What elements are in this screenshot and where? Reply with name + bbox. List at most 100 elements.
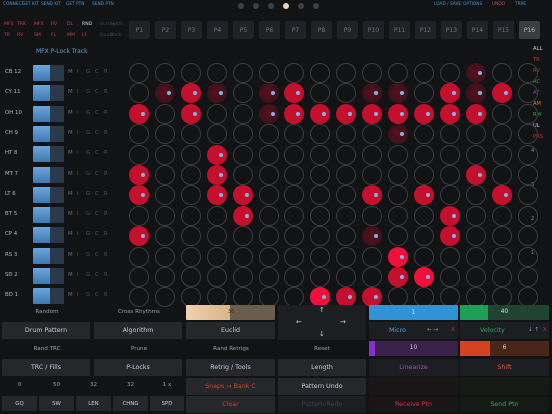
step-cell[interactable] xyxy=(439,246,460,267)
track-m-toggle[interactable]: M xyxy=(68,231,73,237)
step-cell[interactable] xyxy=(284,63,305,83)
track-row[interactable]: SD 2 MI GCR xyxy=(2,267,126,285)
step-cell[interactable] xyxy=(362,267,383,287)
track-c-toggle[interactable]: C xyxy=(95,272,99,278)
step-cell[interactable] xyxy=(154,63,175,83)
track-r-toggle[interactable]: R xyxy=(104,292,108,298)
track-volume-slider[interactable] xyxy=(33,65,64,81)
step-cell[interactable] xyxy=(258,226,279,247)
step-cell[interactable] xyxy=(206,267,227,287)
pattern-tab[interactable]: P14 xyxy=(467,21,488,39)
track-r-toggle[interactable]: R xyxy=(104,191,108,197)
track-i-toggle[interactable]: I xyxy=(77,69,79,75)
top-link[interactable]: OPTIONS xyxy=(463,2,482,7)
track-g-toggle[interactable]: G xyxy=(86,110,90,116)
step-cell[interactable] xyxy=(206,185,227,206)
track-m-toggle[interactable]: M xyxy=(68,272,73,278)
step-cell[interactable] xyxy=(206,246,227,267)
pattern-tab[interactable]: P3 xyxy=(181,21,202,39)
step-cell[interactable] xyxy=(336,185,357,206)
step-cell[interactable] xyxy=(258,246,279,267)
step-cell[interactable] xyxy=(465,103,486,124)
page-dot[interactable] xyxy=(253,3,259,9)
step-cell[interactable] xyxy=(336,103,357,124)
track-c-toggle[interactable]: C xyxy=(95,231,99,237)
track-volume-slider[interactable] xyxy=(33,125,64,142)
step-cell[interactable] xyxy=(129,185,149,206)
track-m-toggle[interactable]: M xyxy=(68,171,73,177)
track-volume-slider[interactable] xyxy=(33,146,64,163)
step-cell[interactable] xyxy=(362,83,383,104)
track-i-toggle[interactable]: I xyxy=(77,171,79,177)
track-c-toggle[interactable]: C xyxy=(95,191,99,197)
step-cell[interactable] xyxy=(388,226,408,247)
step-cell[interactable] xyxy=(388,246,408,267)
top-link[interactable]: UNDO xyxy=(492,2,505,7)
step-cell[interactable] xyxy=(439,144,460,165)
track-g-toggle[interactable]: G xyxy=(86,191,90,197)
step-cell[interactable] xyxy=(232,267,253,287)
step-cell[interactable] xyxy=(336,83,357,104)
step-cell[interactable] xyxy=(413,165,434,185)
step-cell[interactable] xyxy=(362,246,383,267)
step-cell[interactable] xyxy=(232,124,253,145)
setting-button[interactable]: CHNG xyxy=(113,396,148,411)
step-cell[interactable] xyxy=(491,103,512,124)
step-cell[interactable] xyxy=(465,226,486,247)
pattern-tab[interactable]: P12 xyxy=(415,21,436,39)
track-c-toggle[interactable]: C xyxy=(95,69,99,75)
track-c-toggle[interactable]: C xyxy=(95,89,99,95)
step-cell[interactable] xyxy=(206,83,227,104)
step-cell[interactable] xyxy=(154,287,175,308)
step-cell[interactable] xyxy=(439,63,460,83)
fx-filter[interactable]: Synth xyxy=(110,22,123,27)
step-cell[interactable] xyxy=(284,124,305,145)
top-link[interactable]: SEND PTN xyxy=(92,2,114,7)
arrow-right-icon[interactable]: → xyxy=(340,318,346,326)
trc-fills-button[interactable]: TRC / Fills xyxy=(2,359,90,376)
pattern-tab[interactable]: P6 xyxy=(259,21,280,39)
track-g-toggle[interactable]: G xyxy=(86,150,90,156)
pattern-tab[interactable]: P15 xyxy=(493,21,514,39)
step-cell[interactable] xyxy=(180,246,201,267)
step-cell[interactable] xyxy=(517,63,538,83)
step-cell[interactable] xyxy=(388,63,408,83)
step-cell[interactable] xyxy=(129,267,149,287)
step-cell[interactable] xyxy=(284,144,305,165)
step-cell[interactable] xyxy=(310,144,331,165)
step-cell[interactable] xyxy=(388,267,408,287)
step-cell[interactable] xyxy=(180,165,201,185)
step-cell[interactable] xyxy=(310,63,331,83)
step-cell[interactable] xyxy=(129,246,149,267)
track-g-toggle[interactable]: G xyxy=(86,130,90,136)
track-m-toggle[interactable]: M xyxy=(68,130,73,136)
step-cell[interactable] xyxy=(413,103,434,124)
track-c-toggle[interactable]: C xyxy=(95,150,99,156)
drum-pattern-button[interactable]: Drum Pattern xyxy=(2,322,90,339)
track-row[interactable]: HT 8 MI GCR xyxy=(2,145,126,163)
pattern-tab[interactable]: P2 xyxy=(155,21,176,39)
shift-button[interactable]: Shift xyxy=(460,359,549,376)
track-c-toggle[interactable]: C xyxy=(95,130,99,136)
track-r-toggle[interactable]: R xyxy=(104,231,108,237)
track-i-toggle[interactable]: I xyxy=(77,231,79,237)
step-cell[interactable] xyxy=(413,205,434,226)
track-c-toggle[interactable]: C xyxy=(95,292,99,298)
receive-pattern-button[interactable]: Receive Ptn xyxy=(369,397,458,412)
right-filter[interactable]: ALL xyxy=(533,46,542,52)
step-cell[interactable] xyxy=(258,63,279,83)
step-cell[interactable] xyxy=(439,226,460,247)
page-dot[interactable] xyxy=(298,3,304,9)
step-cell[interactable] xyxy=(258,165,279,185)
step-cell[interactable] xyxy=(154,205,175,226)
step-cell[interactable] xyxy=(154,103,175,124)
step-cell[interactable] xyxy=(154,83,175,104)
step-cell[interactable] xyxy=(413,246,434,267)
step-cell[interactable] xyxy=(491,165,512,185)
step-cell[interactable] xyxy=(154,267,175,287)
step-cell[interactable] xyxy=(180,185,201,206)
velocity-clear-icon[interactable]: X xyxy=(543,327,547,333)
track-c-toggle[interactable]: C xyxy=(95,110,99,116)
step-cell[interactable] xyxy=(129,63,149,83)
step-cell[interactable] xyxy=(180,267,201,287)
